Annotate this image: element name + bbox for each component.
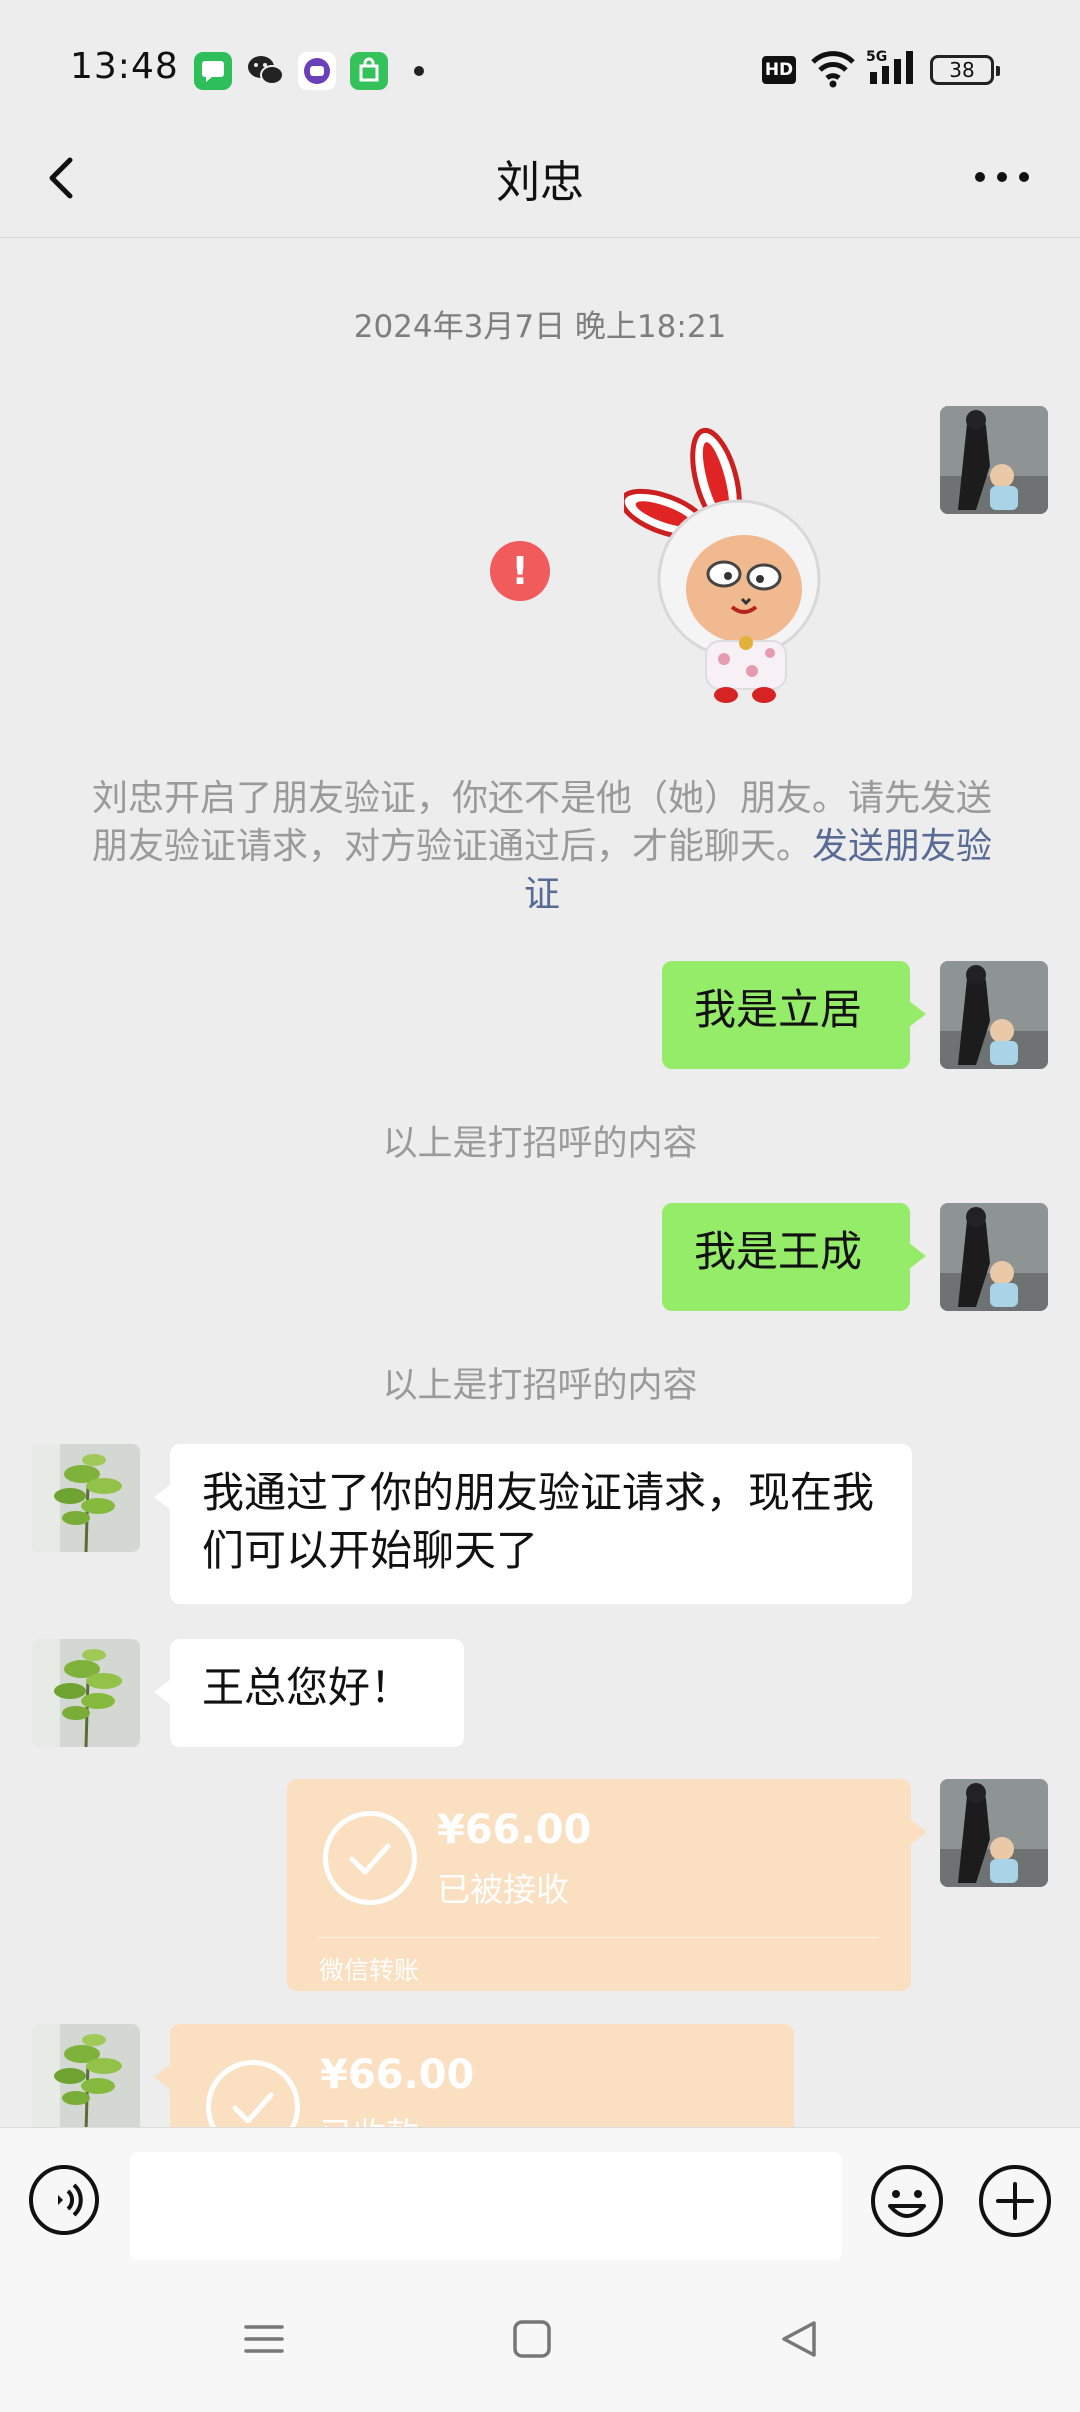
transfer-amount: ¥66.00 [320, 2052, 475, 2098]
chat-title: 刘忠 [496, 157, 584, 208]
contact-message-bubble[interactable]: 我通过了你的朋友验证请求，现在我们可以开始聊天了 [154, 1444, 912, 1604]
message-input[interactable] [130, 2152, 842, 2260]
my-avatar[interactable] [940, 1779, 1048, 1887]
messages-icon [194, 52, 232, 90]
contact-avatar[interactable] [32, 2024, 140, 2127]
transfer-status: 已被接收 [437, 1870, 569, 1909]
voice-icon[interactable] [28, 2164, 100, 2236]
my-avatar[interactable] [940, 961, 1048, 1069]
my-avatar[interactable] [940, 406, 1048, 514]
emoji-icon[interactable] [870, 2164, 944, 2238]
contact-avatar[interactable] [32, 1444, 140, 1552]
chat-header: 刘忠 [0, 122, 1080, 238]
hd-badge: HD [762, 56, 796, 84]
transfer-amount: ¥66.00 [437, 1807, 592, 1853]
battery-icon: 38 [930, 55, 1000, 85]
system-navigation-bar [0, 2267, 1080, 2412]
transfer-card[interactable]: ¥66.00 已被接收 微信转账 [287, 1779, 927, 1991]
purple-app-icon [298, 52, 336, 90]
message-timestamp: 2024年3月7日 晚上18:21 [353, 309, 727, 345]
send-failed-icon[interactable]: ! [490, 541, 550, 601]
status-time: 13:48 [70, 46, 179, 87]
transfer-status: 已收款 [320, 2108, 419, 2127]
more-dots-icon[interactable] [972, 152, 1032, 202]
check-circle-icon [206, 2060, 300, 2127]
home-icon[interactable] [502, 2309, 562, 2369]
status-bar: 13:48 HD 5G 38 [0, 0, 1080, 140]
friend-verification-notice: 刘忠开启了朋友验证，你还不是他（她）朋友。请先发送朋友验证请求，对方验证通过后，… [86, 775, 998, 919]
notification-dot [414, 66, 424, 76]
transfer-divider [319, 1937, 879, 1938]
network-label: 5G [866, 49, 887, 65]
check-circle-icon [323, 1811, 417, 1905]
greeting-note: 以上是打招呼的内容 [382, 1124, 698, 1164]
plus-icon[interactable] [978, 2164, 1052, 2238]
contact-avatar[interactable] [32, 1639, 140, 1747]
menu-icon[interactable] [234, 2309, 294, 2369]
wifi-icon [810, 48, 856, 92]
signal-5g-icon: 5G [866, 48, 922, 92]
my-message-bubble[interactable]: 我是王成 [662, 1203, 926, 1311]
message-input-bar [0, 2127, 1080, 2267]
chevron-left-icon[interactable] [36, 148, 96, 208]
store-icon [350, 52, 388, 90]
my-avatar[interactable] [940, 1203, 1048, 1311]
transfer-card[interactable]: ¥66.00 已收款 [154, 2024, 794, 2127]
my-message-bubble[interactable]: 我是立居 [662, 961, 926, 1069]
wechat-icon [246, 52, 284, 90]
chat-message-list[interactable]: 2024年3月7日 晚上18:21 ! 刘忠开启了朋友验证，你还不是他（她）朋友… [0, 239, 1080, 2127]
back-icon[interactable] [770, 2309, 830, 2369]
greeting-note: 以上是打招呼的内容 [382, 1366, 698, 1406]
transfer-label: 微信转账 [319, 1956, 420, 1985]
contact-message-bubble[interactable]: 王总您好！ [154, 1639, 464, 1747]
bunny-sticker[interactable] [619, 419, 874, 709]
